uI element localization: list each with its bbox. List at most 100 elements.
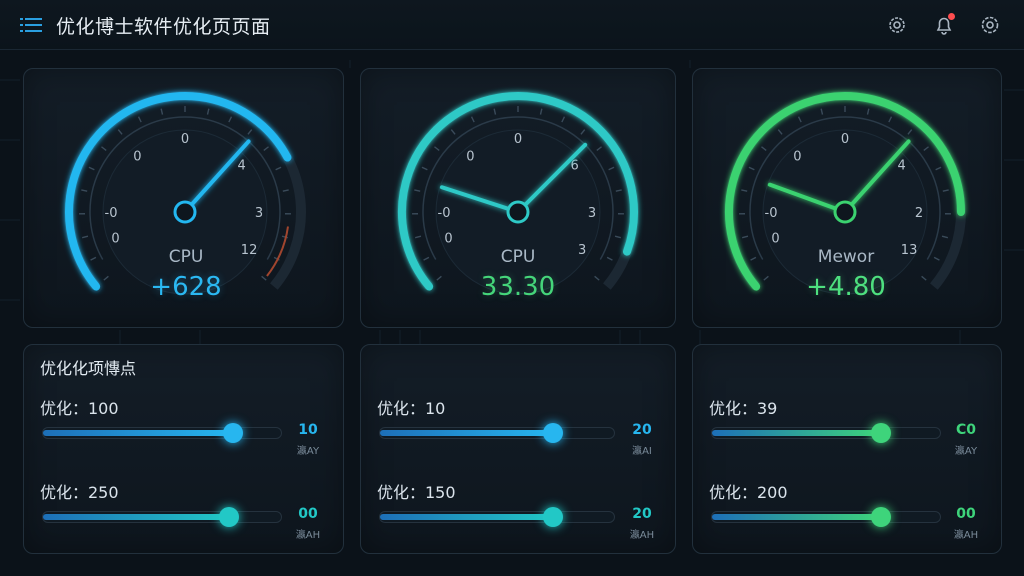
gauge-tick [470,116,475,123]
gauge-tick [615,189,622,192]
gauge-tick-label: 0 [771,231,779,246]
slider-unit: 瀛AH [953,530,979,541]
gauge-tick [942,189,949,192]
slider-label: 优化：100 [40,399,119,418]
slider-thumb[interactable] [871,423,891,443]
gauge-tick [580,129,586,135]
slider-value: 20 [632,506,652,522]
slider-track[interactable] [711,507,941,527]
gauge-card-memory: 0 -0 0 0 4 2 13 Mewor +4.80 [692,68,1002,328]
gauge-tick-label: 0 [444,231,452,246]
gauge-tick [247,129,253,135]
optimization-panel-2: 优化：10 20 瀛AI 优化：150 20 瀛AH [360,344,676,554]
slider-label: 优化：10 [377,399,446,418]
gauge-tick-label: -0 [765,206,778,221]
gauge-value: 33.30 [480,272,556,302]
gauge-tick [935,166,942,171]
gauge-tick [866,108,870,115]
gauge-tick [923,146,929,151]
gauge-tick [450,129,456,135]
gauge-tick [493,108,497,115]
notification-dot [948,13,955,20]
top-bar: 优化博士软件优化页页面 [0,0,1024,50]
gauge-tick-label: 0 [793,149,801,164]
gauge-tick-label: 4 [238,158,246,173]
slider-thumb[interactable] [223,423,243,443]
gauge-tick-label: 0 [181,132,189,147]
gauge-tick [275,166,282,171]
gauge-label: Mewor [817,247,875,267]
panel-title: 优化化项慱点 [40,359,137,378]
gauge-tick [81,235,89,239]
gauge-tick [137,116,142,123]
gauge-tick [421,166,428,171]
gear-icon[interactable] [886,14,908,36]
gauge-tick [941,235,949,239]
gauge-tick-label: 0 [133,149,141,164]
gauge-tick [741,235,749,239]
gauge-card-cpu-2: 0 -0 0 0 6 3 3 CPU 33.30 [360,68,676,328]
slider-thumb[interactable] [543,507,563,527]
gauge-tick-label: 2 [915,206,923,221]
gauge-tick [81,189,88,192]
gauge-tick [117,129,123,135]
gauge-tick [414,235,422,239]
gauge-tick-label: 0 [111,231,119,246]
optimization-panel-3: 优化：39 C0 瀛AY 优化：200 00 瀛AH [692,344,1002,554]
slider-label: 优化：39 [709,399,778,418]
slider-label: 优化：150 [377,483,456,502]
gauge-tick [820,108,824,115]
slider-value: 00 [956,506,976,522]
gauge-label: CPU [500,247,536,267]
slider-unit: 瀛AY [954,446,978,457]
slider-fill [43,430,233,436]
gauge-tick-label: 0 [466,149,474,164]
slider-value: C0 [955,422,976,438]
slider-fill [380,430,553,436]
slider-track[interactable] [711,423,941,443]
slider-track[interactable] [42,423,282,443]
slider-track[interactable] [379,423,615,443]
gauge-tick [907,129,913,135]
gauge-tick-label: 3 [255,206,263,221]
gauge-label: CPU [168,247,204,267]
slider-fill [43,514,229,520]
slider-value: 20 [632,422,652,438]
gauge-tick [206,108,210,115]
gauge-tick-label: -0 [105,206,118,221]
gauge-tick [414,189,421,192]
gauge-tick [434,146,440,151]
gauge-tick [160,108,164,115]
gauge-hub [173,200,197,224]
gauge-tick [282,189,289,192]
gauge-tick [888,116,893,123]
slider-unit: 瀛AI [632,446,652,457]
gauge-hub [506,200,530,224]
slider-track[interactable] [42,507,282,527]
gauge-tick-label: 3 [588,206,596,221]
gauge-tick [777,129,783,135]
optimization-panel-1: 优化化项慱点 优化：100 10 瀛AY 优化：250 00 瀛AH [23,344,344,554]
menu-icon[interactable] [20,16,42,34]
slider-fill [712,430,881,436]
slider-thumb[interactable] [871,507,891,527]
app-title: 优化博士软件优化页页面 [56,16,271,38]
slider-unit: 瀛AH [295,530,321,541]
gauge-tick [228,116,233,123]
slider-thumb[interactable] [219,507,239,527]
slider-label: 优化：200 [709,483,788,502]
gauge-tick [761,146,767,151]
gauge-tick-label: 4 [898,158,906,173]
slider-fill [712,514,881,520]
slider-track[interactable] [379,507,615,527]
slider-value: 10 [298,422,318,438]
settings-icon[interactable] [979,14,1001,36]
gauge-value: +4.80 [806,272,886,302]
gauge-tick [741,189,748,192]
gauge-tick-label: 0 [841,132,849,147]
slider-thumb[interactable] [543,423,563,443]
gauge-tick-label: 0 [514,132,522,147]
gauge-value: +628 [150,272,222,302]
gauge-tick [561,116,566,123]
gauge-tick [263,146,269,151]
